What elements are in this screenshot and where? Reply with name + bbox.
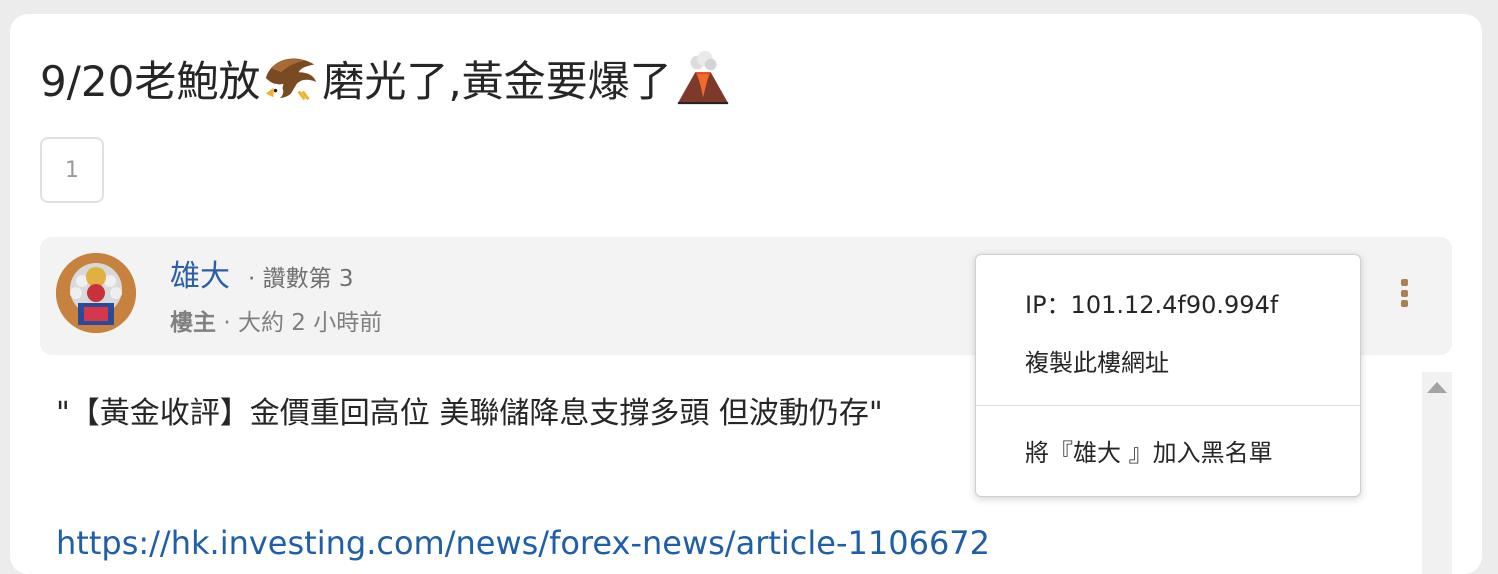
page-1-button[interactable]: 1 [40, 137, 104, 203]
kebab-menu-icon[interactable] [1392, 275, 1416, 311]
copy-floor-url-item[interactable]: 複製此樓網址 [1025, 343, 1169, 378]
post-content-quote: "【黃金收評】金價重回高位 美聯儲降息支撐多頭 但波動仍存" [56, 396, 883, 431]
op-badge: 樓主 [170, 310, 216, 336]
content-scrollbar[interactable] [1422, 372, 1452, 574]
title-text-part1: 9/20老鮑放 [40, 56, 261, 106]
author-name-link[interactable]: 雄大 [170, 251, 230, 295]
post-title: 9/20老鮑放 磨光了,黃金要爆了 [40, 48, 734, 108]
likes-rank: · 讚數第 3 [248, 266, 354, 292]
post-context-menu: IP：101.12.4f90.994f 複製此樓網址 將『雄大 』加入黑名單 [975, 254, 1361, 497]
scroll-up-arrow-icon[interactable] [1427, 382, 1447, 393]
avatar[interactable] [56, 253, 136, 333]
article-link[interactable]: https://hk.investing.com/news/forex-news… [56, 524, 990, 562]
title-text-part2: 磨光了,黃金要爆了 [322, 56, 672, 106]
kebab-dot [1400, 289, 1408, 297]
menu-divider [976, 405, 1360, 406]
kebab-dot [1400, 279, 1408, 286]
post-time: 大約 2 小時前 [237, 310, 383, 336]
meta-separator: · [223, 310, 231, 336]
post-meta: 樓主 · 大約 2 小時前 [170, 303, 382, 337]
kebab-dot [1400, 300, 1408, 307]
eagle-icon [266, 58, 317, 101]
volcano-icon [677, 50, 728, 105]
add-to-blacklist-item[interactable]: 將『雄大 』加入黑名單 [1025, 433, 1273, 468]
ip-address: IP：101.12.4f90.994f [1025, 291, 1279, 319]
avatar-image [56, 253, 136, 333]
